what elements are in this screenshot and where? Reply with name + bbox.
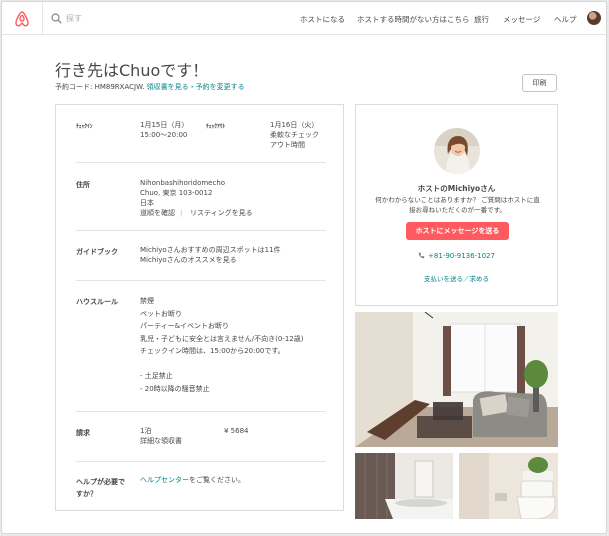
billing-amount: ¥ 5684 [224,427,249,435]
change-reservation-link[interactable]: 予約を変更する [196,83,245,91]
nav-link-host-no-time[interactable]: ホストする時間がない方はこちら [357,14,470,25]
house-rule: パーティー&イベントお断り [140,322,230,330]
nav-link-help[interactable]: ヘルプ [554,14,577,25]
house-rules-label: ハウスルール [76,298,118,306]
top-nav: ホストになる ホストする時間がない方はこちら 旅行 メッセージ ヘルプ [2,2,606,35]
billing-label: 請求 [76,429,90,437]
house-rules-list: 禁煙 ペットお断り パーティー&イベントお断り 乳児・子どもに安全とは言えません… [140,295,304,395]
help-center-link[interactable]: ヘルプセンター [140,476,189,484]
view-receipt-link[interactable]: 領収書を見る [147,83,189,91]
link-separator: ・ [188,83,196,91]
address-line-3: 日本 [140,199,154,207]
host-phone-number[interactable]: +81-90-9136-1027 [428,252,495,260]
checkout-time-line-1: 柔軟なチェック [270,131,319,139]
user-avatar[interactable] [587,11,601,25]
address-line-1: Nihonbashihoridomecho [140,179,226,187]
print-button[interactable]: 印刷 [522,74,557,92]
checkin-label: ﾁｪｯｸｲﾝ [76,124,93,130]
airbnb-logo-icon[interactable] [12,9,32,29]
listing-photo-bathroom[interactable] [355,453,453,519]
nav-divider [42,2,43,35]
divider [76,280,326,281]
house-rule: 禁煙 [140,297,154,305]
host-avatar[interactable] [434,128,480,174]
search-input[interactable] [66,11,206,26]
host-phone[interactable]: +81-90-9136-1027 [356,252,557,260]
divider [76,411,326,412]
guidebook-link[interactable]: Michiyoさんのオススメを見る [140,255,237,266]
checkout-label: ﾁｪｯｸｱｳﾄ [206,124,226,130]
help-line: ヘルプセンターをご覧ください。 [140,475,245,486]
divider [76,162,326,163]
help-label-line-2: すか？ [76,490,97,498]
reservation-code: 予約コード: HM89RXACJW. [55,83,145,91]
app-window: ホストになる ホストする時間がない方はこちら 旅行 メッセージ ヘルプ 行き先は… [1,1,607,534]
host-avatar-image [434,128,480,174]
nav-link-messages[interactable]: メッセージ [503,14,540,25]
house-rule: 乳児・子どもに安全とは言えません/不向き(0-12歳) [140,334,304,343]
address-line-2: Chuo, 東京 103-0012 [140,189,213,197]
checkout-date: 1月16日（火） [270,121,319,129]
divider [76,230,326,231]
address-label: 住所 [76,181,90,189]
guidebook-label: ガイドブック [76,248,118,256]
divider [76,461,326,462]
listing-link[interactable]: リスティングを見る [190,208,253,219]
nights-count: 1泊 [140,427,152,435]
checkin-date: 1月15日（月） [140,121,189,129]
house-rule: - 土足禁止 [140,372,173,380]
living-room-image [355,312,558,447]
reservation-details-card: ﾁｪｯｸｲﾝ 1月15日（月） 15:00〜20:00 ﾁｪｯｸｱｳﾄ 1月16… [55,104,344,511]
house-rule: チェックイン時間は、15:00から20:00です。 [140,347,285,355]
bathroom-image [355,453,453,519]
help-suffix: をご覧ください。 [189,476,245,484]
links-separator: | [180,209,183,217]
help-label-line-1: ヘルプが必要で [76,478,125,486]
message-host-button[interactable]: ホストにメッセージを送る [406,222,509,240]
phone-icon [418,252,425,259]
directions-link[interactable]: 道順を確認 [140,208,175,219]
house-rule: ペットお断り [140,309,182,318]
toilet-image [459,453,558,519]
host-card: ホストのMichiyoさん 何かわからないことはありますか？ ご質問はホストに直… [355,104,558,306]
page-title: 行き先はChuoです！ [55,61,209,80]
listing-photo-living-room[interactable] [355,312,558,447]
guidebook-text: Michiyoさんおすすめの周辺スポットは11件 [140,246,281,254]
house-rule: - 20時以降の騒音禁止 [140,384,210,393]
search-icon [51,13,62,24]
nav-link-become-host[interactable]: ホストになる [300,14,345,25]
house-rule [140,358,304,371]
listing-photo-toilet[interactable] [459,453,558,519]
host-name: ホストのMichiyoさん [417,184,496,193]
nav-link-trips[interactable]: 旅行 [474,14,489,25]
checkout-time-line-2: アウト時間 [270,141,305,149]
payment-link[interactable]: 支払いを送る／求める [356,273,557,283]
reservation-code-line: 予約コード: HM89RXACJW. 領収書を見る・予約を変更する [55,82,245,92]
host-description: 何かわからないことはありますか？ ご質問はホストに直接お尋ねいただくのが一番です… [375,196,540,214]
checkin-time: 15:00〜20:00 [140,131,188,139]
detailed-receipt-link[interactable]: 詳細な領収書 [140,436,182,447]
